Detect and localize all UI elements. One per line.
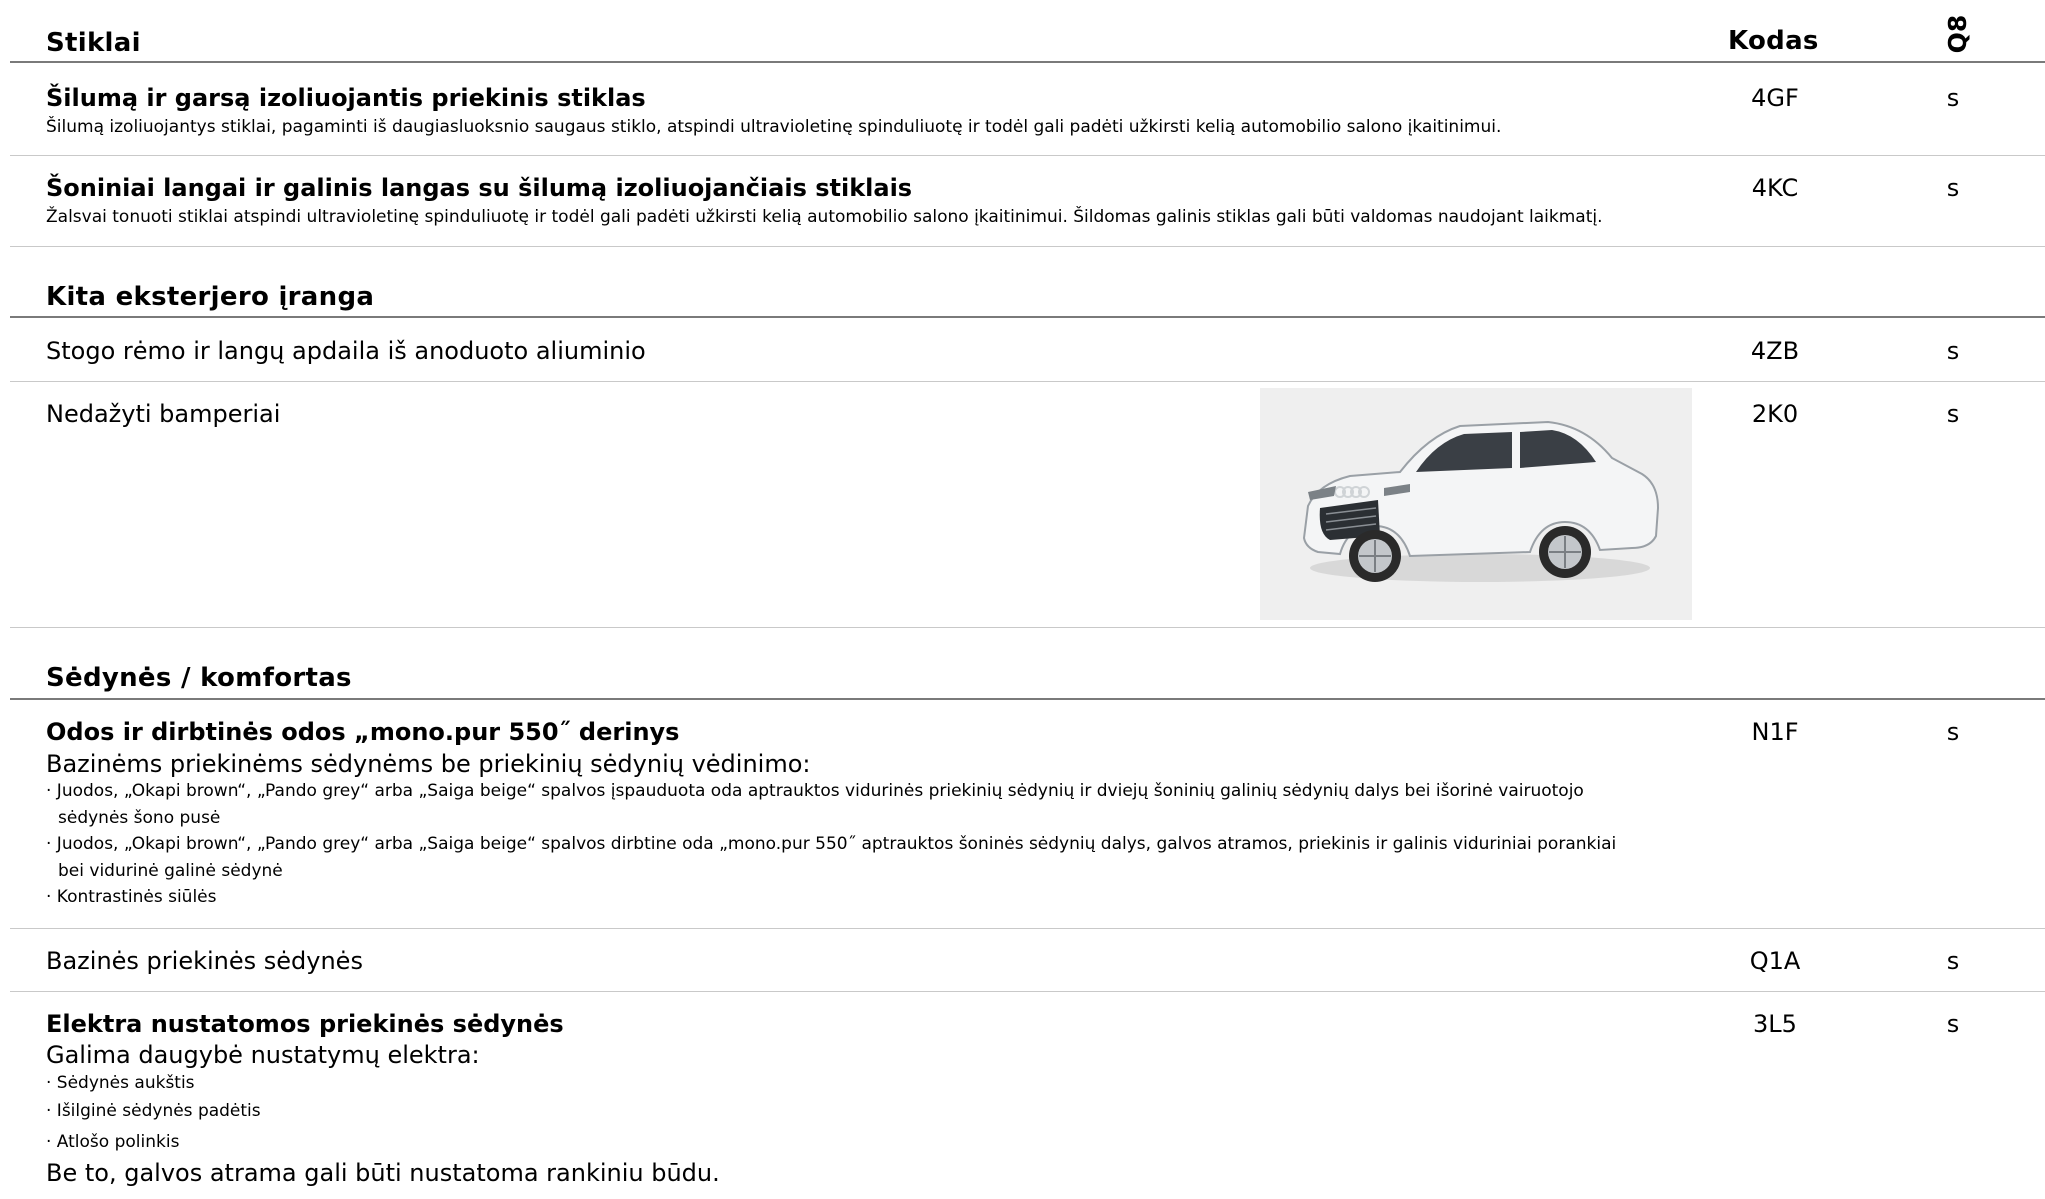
row-value: s [1946,718,1960,746]
bullet-item: · Išilginė sėdynės padėtis [46,1101,261,1121]
row-subtitle: Bazinėms priekinėms sėdynėms be priekini… [46,750,811,778]
row-code: Q1A [1749,947,1801,975]
bullet-item: · Juodos, „Okapi brown“, „Pando grey“ ar… [46,781,1584,801]
row-description: Šilumą izoliuojantys stiklai, pagaminti … [46,117,1502,137]
row-divider [10,627,2045,628]
row-title: Šilumą ir garsą izoliuojantis priekinis … [46,84,646,112]
audi-q8-car-image [1260,388,1692,620]
bullet-item: · Sėdynės aukštis [46,1073,195,1093]
model-column-header: Q8 [1943,14,1972,54]
row-description: Žalsvai tonuoti stiklai atspindi ultravi… [46,207,1603,227]
row-value: s [1946,1010,1960,1038]
bullet-item: · Juodos, „Okapi brown“, „Pando grey“ ar… [46,834,1617,854]
row-footer: Be to, galvos atrama gali būti nustatoma… [46,1159,720,1187]
bullet-item: · Kontrastinės siūlės [46,887,217,907]
row-title: Nedažyti bamperiai [46,400,281,428]
header-rule [10,61,2045,63]
row-value: s [1946,84,1960,112]
row-value: s [1946,174,1960,202]
bullet-item: · Atlošo polinkis [46,1132,180,1152]
row-subtitle: Galima daugybė nustatymų elektra: [46,1041,480,1069]
row-code: 4GF [1751,84,1799,112]
row-value: s [1946,400,1960,428]
bullet-continuation: bei vidurinė galinė sėdynė [58,861,283,881]
section-rule [10,698,2045,700]
row-title: Stogo rėmo ir langų apdaila iš anoduoto … [46,337,646,365]
row-title: Odos ir dirbtinės odos „mono.pur 550˝ de… [46,718,680,746]
row-code: 3L5 [1753,1010,1797,1038]
row-code: 2K0 [1751,400,1799,428]
row-code: 4ZB [1750,337,1800,365]
row-divider [10,991,2045,992]
row-value: s [1946,337,1960,365]
section-title-exterior: Kita eksterjero įranga [46,282,375,312]
row-divider [10,928,2045,929]
code-column-header: Kodas [1728,26,1819,56]
section-title-seats: Sėdynės / komfortas [46,663,352,693]
bullet-continuation: sėdynės šono pusė [58,808,221,828]
row-title: Elektra nustatomos priekinės sėdynės [46,1010,564,1038]
row-title: Bazinės priekinės sėdynės [46,947,363,975]
row-value: s [1946,947,1960,975]
row-divider [10,155,2045,156]
section-rule [10,316,2045,318]
section-title-stiklai: Stiklai [46,28,141,58]
car-illustration [1302,420,1660,582]
row-divider [10,381,2045,382]
row-code: N1F [1751,718,1799,746]
row-code: 4KC [1751,174,1799,202]
row-title: Šoniniai langai ir galinis langas su šil… [46,174,913,202]
row-divider [10,246,2045,247]
